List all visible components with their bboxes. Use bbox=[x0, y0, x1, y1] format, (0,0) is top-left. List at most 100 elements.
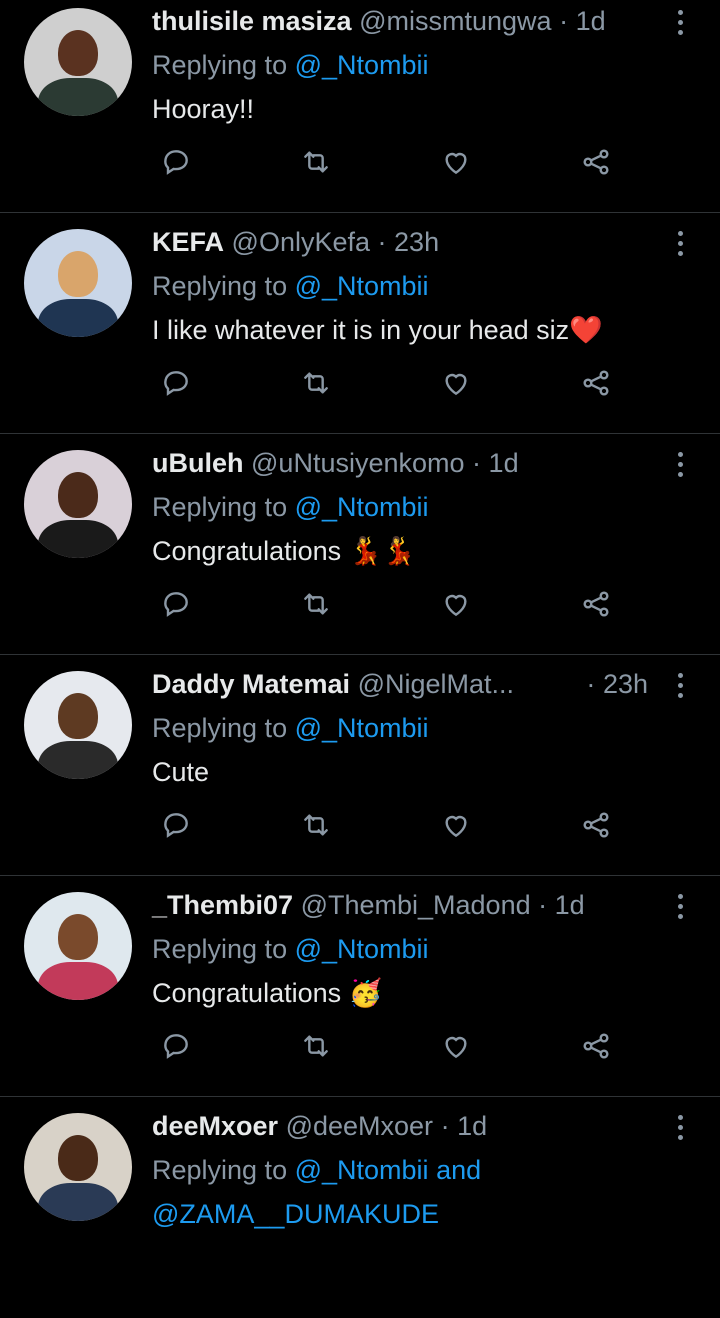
retweet-icon bbox=[304, 372, 328, 394]
avatar[interactable] bbox=[24, 450, 132, 558]
timestamp[interactable]: 23h bbox=[394, 227, 439, 257]
avatar[interactable] bbox=[24, 229, 132, 337]
user-handle[interactable]: @Thembi_Madond bbox=[301, 890, 531, 920]
like-button[interactable] bbox=[436, 142, 476, 182]
display-name[interactable]: deeMxoer bbox=[152, 1111, 278, 1141]
share-button[interactable] bbox=[576, 584, 616, 624]
avatar[interactable] bbox=[24, 8, 132, 116]
more-options-icon[interactable] bbox=[670, 888, 690, 924]
reply-button[interactable] bbox=[156, 363, 196, 403]
tweet-header: thulisile masiza @missmtungwa · 1d bbox=[152, 4, 640, 38]
user-handle[interactable]: @missmtungwa bbox=[359, 6, 551, 36]
display-name[interactable]: thulisile masiza bbox=[152, 6, 352, 36]
avatar[interactable] bbox=[24, 892, 132, 1000]
avatar[interactable] bbox=[24, 1113, 132, 1221]
replying-and: and bbox=[436, 1155, 482, 1185]
like-button[interactable] bbox=[436, 805, 476, 845]
tweet-header: Daddy Matemai @NigelMat... bbox=[152, 667, 640, 701]
separator-dot: · bbox=[586, 669, 596, 699]
mention-link[interactable]: @_Ntombii bbox=[295, 271, 429, 301]
replying-to: Replying to @_Ntombii bbox=[152, 269, 429, 303]
like-button[interactable] bbox=[436, 363, 476, 403]
more-options-icon[interactable] bbox=[670, 4, 690, 40]
like-button[interactable] bbox=[436, 584, 476, 624]
retweet-icon bbox=[304, 151, 328, 173]
timestamp[interactable]: 1d bbox=[555, 890, 585, 920]
heart-icon bbox=[445, 152, 467, 175]
display-name[interactable]: uBuleh bbox=[152, 448, 244, 478]
timestamp[interactable]: 1d bbox=[576, 6, 606, 36]
reply-button[interactable] bbox=[156, 805, 196, 845]
tweet-header: deeMxoer @deeMxoer · 1d bbox=[152, 1109, 640, 1143]
share-icon bbox=[583, 591, 609, 617]
share-button[interactable] bbox=[576, 142, 616, 182]
share-icon bbox=[583, 370, 609, 396]
tweet[interactable]: uBuleh @uNtusiyenkomo · 1d Replying to @… bbox=[0, 434, 720, 655]
like-button[interactable] bbox=[436, 1026, 476, 1066]
retweet-button[interactable] bbox=[296, 584, 336, 624]
tweet-text: Cute bbox=[152, 755, 209, 789]
more-options-icon[interactable] bbox=[670, 1109, 690, 1145]
retweet-button[interactable] bbox=[296, 1026, 336, 1066]
replying-prefix: Replying to bbox=[152, 713, 288, 743]
timestamp[interactable]: 1d bbox=[457, 1111, 487, 1141]
tweet-text-content: I like whatever it is in your head siz bbox=[152, 315, 570, 345]
separator-dot: · bbox=[559, 6, 569, 36]
share-icon bbox=[583, 812, 609, 838]
timestamp[interactable]: 1d bbox=[489, 448, 519, 478]
heart-emoji: ❤️ bbox=[569, 315, 603, 345]
tweet[interactable]: _Thembi07 @Thembi_Madond · 1d Replying t… bbox=[0, 876, 720, 1097]
user-handle[interactable]: @NigelMat... bbox=[358, 669, 514, 699]
tweet-actions bbox=[152, 1026, 632, 1066]
mention-link[interactable]: @ZAMA__DUMAKUDE bbox=[152, 1199, 439, 1229]
more-options-icon[interactable] bbox=[670, 225, 690, 261]
avatar[interactable] bbox=[24, 671, 132, 779]
party-face-emoji: 🥳 bbox=[348, 978, 383, 1008]
display-name[interactable]: KEFA bbox=[152, 227, 224, 257]
retweet-button[interactable] bbox=[296, 363, 336, 403]
user-handle[interactable]: @uNtusiyenkomo bbox=[251, 448, 465, 478]
tweet-text: Hooray!! bbox=[152, 92, 254, 126]
tweet-actions bbox=[152, 363, 632, 403]
heart-icon bbox=[445, 594, 467, 617]
timestamp-value[interactable]: 23h bbox=[603, 669, 648, 699]
reply-button[interactable] bbox=[156, 1026, 196, 1066]
mention-link[interactable]: @_Ntombii bbox=[295, 50, 429, 80]
replying-prefix: Replying to bbox=[152, 492, 288, 522]
display-name[interactable]: Daddy Matemai bbox=[152, 669, 350, 699]
reply-button[interactable] bbox=[156, 584, 196, 624]
heart-icon bbox=[445, 1036, 467, 1059]
tweet-header: KEFA @OnlyKefa · 23h bbox=[152, 225, 640, 259]
mention-link[interactable]: @_Ntombii bbox=[295, 713, 429, 743]
more-options-icon[interactable] bbox=[670, 667, 690, 703]
user-handle[interactable]: @OnlyKefa bbox=[232, 227, 370, 257]
retweet-button[interactable] bbox=[296, 142, 336, 182]
tweet[interactable]: Daddy Matemai @NigelMat... · 23h Replyin… bbox=[0, 655, 720, 876]
reply-button[interactable] bbox=[156, 142, 196, 182]
tweet-text: I like whatever it is in your head siz❤️ bbox=[152, 313, 603, 347]
reply-feed: thulisile masiza @missmtungwa · 1d Reply… bbox=[0, 0, 720, 1318]
mention-link[interactable]: @_Ntombii bbox=[295, 934, 429, 964]
tweet-header: uBuleh @uNtusiyenkomo · 1d bbox=[152, 446, 640, 480]
share-button[interactable] bbox=[576, 805, 616, 845]
display-name[interactable]: _Thembi07 bbox=[152, 890, 293, 920]
tweet-actions bbox=[152, 142, 632, 182]
timestamp[interactable]: · 23h bbox=[586, 667, 648, 701]
more-options-icon[interactable] bbox=[670, 446, 690, 482]
user-handle[interactable]: @deeMxoer bbox=[286, 1111, 433, 1141]
tweet-actions bbox=[152, 805, 632, 845]
tweet[interactable]: KEFA @OnlyKefa · 23h Replying to @_Ntomb… bbox=[0, 213, 720, 434]
reply-icon bbox=[164, 813, 188, 838]
retweet-button[interactable] bbox=[296, 805, 336, 845]
tweet[interactable]: deeMxoer @deeMxoer · 1d Replying to @_Nt… bbox=[0, 1097, 720, 1318]
share-button[interactable] bbox=[576, 363, 616, 403]
tweet-text-content: Congratulations bbox=[152, 978, 349, 1008]
replying-to: Replying to @_Ntombii bbox=[152, 490, 429, 524]
reply-icon bbox=[164, 592, 188, 617]
reply-icon bbox=[164, 371, 188, 396]
mention-link[interactable]: @_Ntombii bbox=[295, 492, 429, 522]
replying-prefix: Replying to bbox=[152, 934, 288, 964]
mention-link[interactable]: @_Ntombii bbox=[295, 1155, 429, 1185]
tweet[interactable]: thulisile masiza @missmtungwa · 1d Reply… bbox=[0, 0, 720, 213]
share-button[interactable] bbox=[576, 1026, 616, 1066]
